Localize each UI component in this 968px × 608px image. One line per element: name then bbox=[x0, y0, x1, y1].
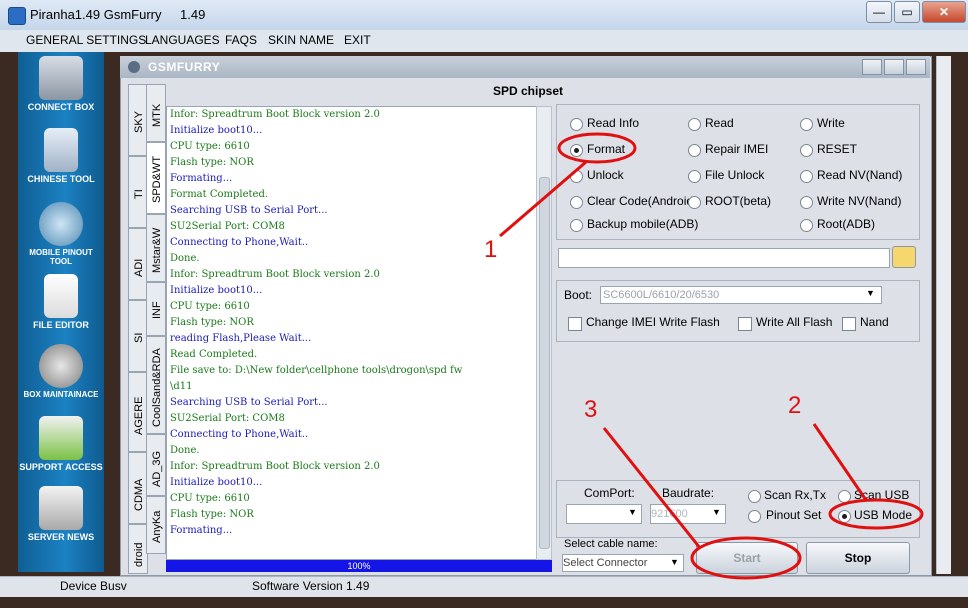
annotation-line-1 bbox=[499, 160, 587, 238]
annotation-1: 1 bbox=[484, 236, 498, 263]
annotation-line-2 bbox=[812, 423, 868, 501]
format-highlight bbox=[557, 132, 637, 164]
annotation-3: 3 bbox=[584, 396, 598, 423]
usb-mode-highlight bbox=[828, 498, 924, 530]
annotation-2: 2 bbox=[788, 392, 802, 419]
start-highlight bbox=[690, 536, 802, 580]
annotation-line-3 bbox=[602, 427, 702, 549]
annotation-overlay bbox=[499, 132, 924, 580]
